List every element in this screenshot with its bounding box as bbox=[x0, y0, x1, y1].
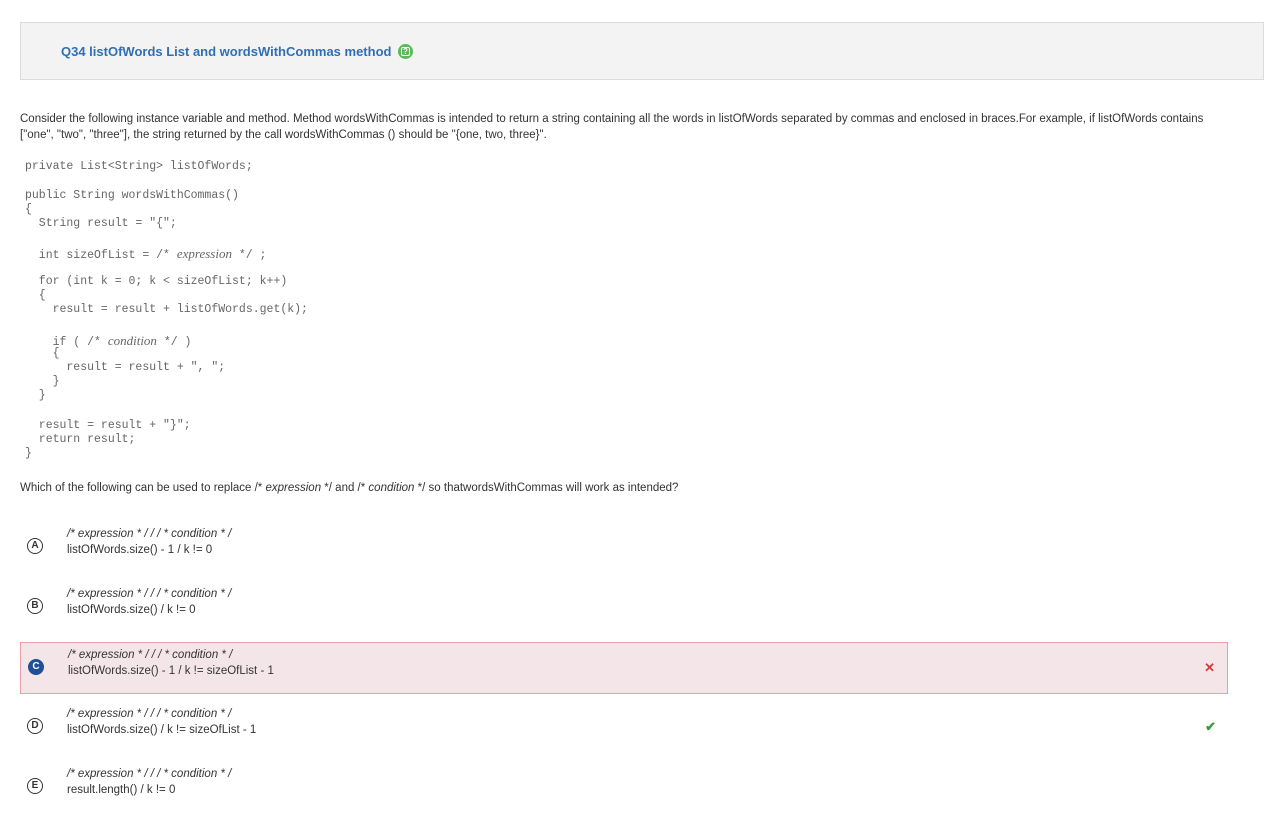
code-line: } bbox=[25, 447, 32, 460]
code-line: { bbox=[25, 289, 46, 302]
code-line: String result = "{"; bbox=[25, 217, 177, 230]
option-answer-text: result.length() / k != 0 bbox=[67, 784, 176, 796]
code-line: for (int k = 0; k < sizeOfList; k++) bbox=[25, 275, 288, 288]
question-header: Q34 listOfWords List and wordsWithCommas… bbox=[20, 22, 1264, 80]
help-icon[interactable]: ? bbox=[398, 44, 413, 59]
option-header-text: /* expression * / / / * condition * / bbox=[68, 649, 233, 661]
option-answer-text: listOfWords.size() - 1 / k != sizeOfList… bbox=[68, 665, 274, 677]
code-line: result = result + "}"; bbox=[25, 419, 191, 432]
correct-check-icon: ✔ bbox=[1205, 719, 1216, 734]
prompt-line-1: Consider the following instance variable… bbox=[20, 113, 1204, 125]
option-header-text: /* expression * / / / * condition * / bbox=[67, 708, 232, 720]
answer-option-d[interactable]: D /* expression * / / / * condition * / … bbox=[20, 702, 1228, 754]
option-answer-text: listOfWords.size() / k != sizeOfList - 1 bbox=[67, 724, 257, 736]
code-line: return result; bbox=[25, 433, 136, 446]
option-letter-badge: E bbox=[27, 778, 43, 794]
question-text: Which of the following can be used to re… bbox=[20, 482, 679, 494]
condition-placeholder: condition bbox=[107, 333, 157, 348]
option-header-text: /* expression * / / / * condition * / bbox=[67, 588, 232, 600]
option-letter-badge: C bbox=[28, 659, 44, 675]
incorrect-x-icon: ✕ bbox=[1204, 660, 1215, 675]
option-header-text: /* expression * / / / * condition * / bbox=[67, 528, 232, 540]
expression-placeholder: expression bbox=[176, 246, 232, 261]
answer-option-e[interactable]: E /* expression * / / / * condition * / … bbox=[20, 762, 1228, 814]
option-header-text: /* expression * / / / * condition * / bbox=[67, 768, 232, 780]
code-line: public String wordsWithCommas() bbox=[25, 189, 239, 202]
answer-option-a[interactable]: A /* expression * / / / * condition * / … bbox=[20, 522, 1228, 574]
code-line: int sizeOfList = /* expression */ ; bbox=[25, 246, 267, 262]
option-answer-text: listOfWords.size() / k != 0 bbox=[67, 604, 196, 616]
option-letter-badge: D bbox=[27, 718, 43, 734]
code-block: private List<String> listOfWords; public… bbox=[25, 158, 308, 460]
code-line: private List<String> listOfWords; bbox=[25, 160, 253, 173]
option-answer-text: listOfWords.size() - 1 / k != 0 bbox=[67, 544, 213, 556]
option-letter-badge: B bbox=[27, 598, 43, 614]
option-letter-badge: A bbox=[27, 538, 43, 554]
code-line: { bbox=[25, 203, 32, 216]
code-line: } bbox=[25, 389, 46, 402]
question-prompt: Consider the following instance variable… bbox=[20, 111, 1245, 143]
code-line: result = result + listOfWords.get(k); bbox=[25, 303, 308, 316]
prompt-line-2: ["one", "two", "three"], the string retu… bbox=[20, 129, 547, 141]
code-line: { bbox=[25, 347, 60, 360]
answer-option-c[interactable]: C /* expression * / / / * condition * / … bbox=[20, 642, 1228, 694]
answer-option-b[interactable]: B /* expression * / / / * condition * / … bbox=[20, 582, 1228, 634]
question-page: Q34 listOfWords List and wordsWithCommas… bbox=[0, 0, 1265, 820]
code-line: result = result + ", "; bbox=[25, 361, 226, 374]
code-line: } bbox=[25, 375, 60, 388]
question-title: Q34 listOfWords List and wordsWithCommas… bbox=[61, 44, 392, 59]
